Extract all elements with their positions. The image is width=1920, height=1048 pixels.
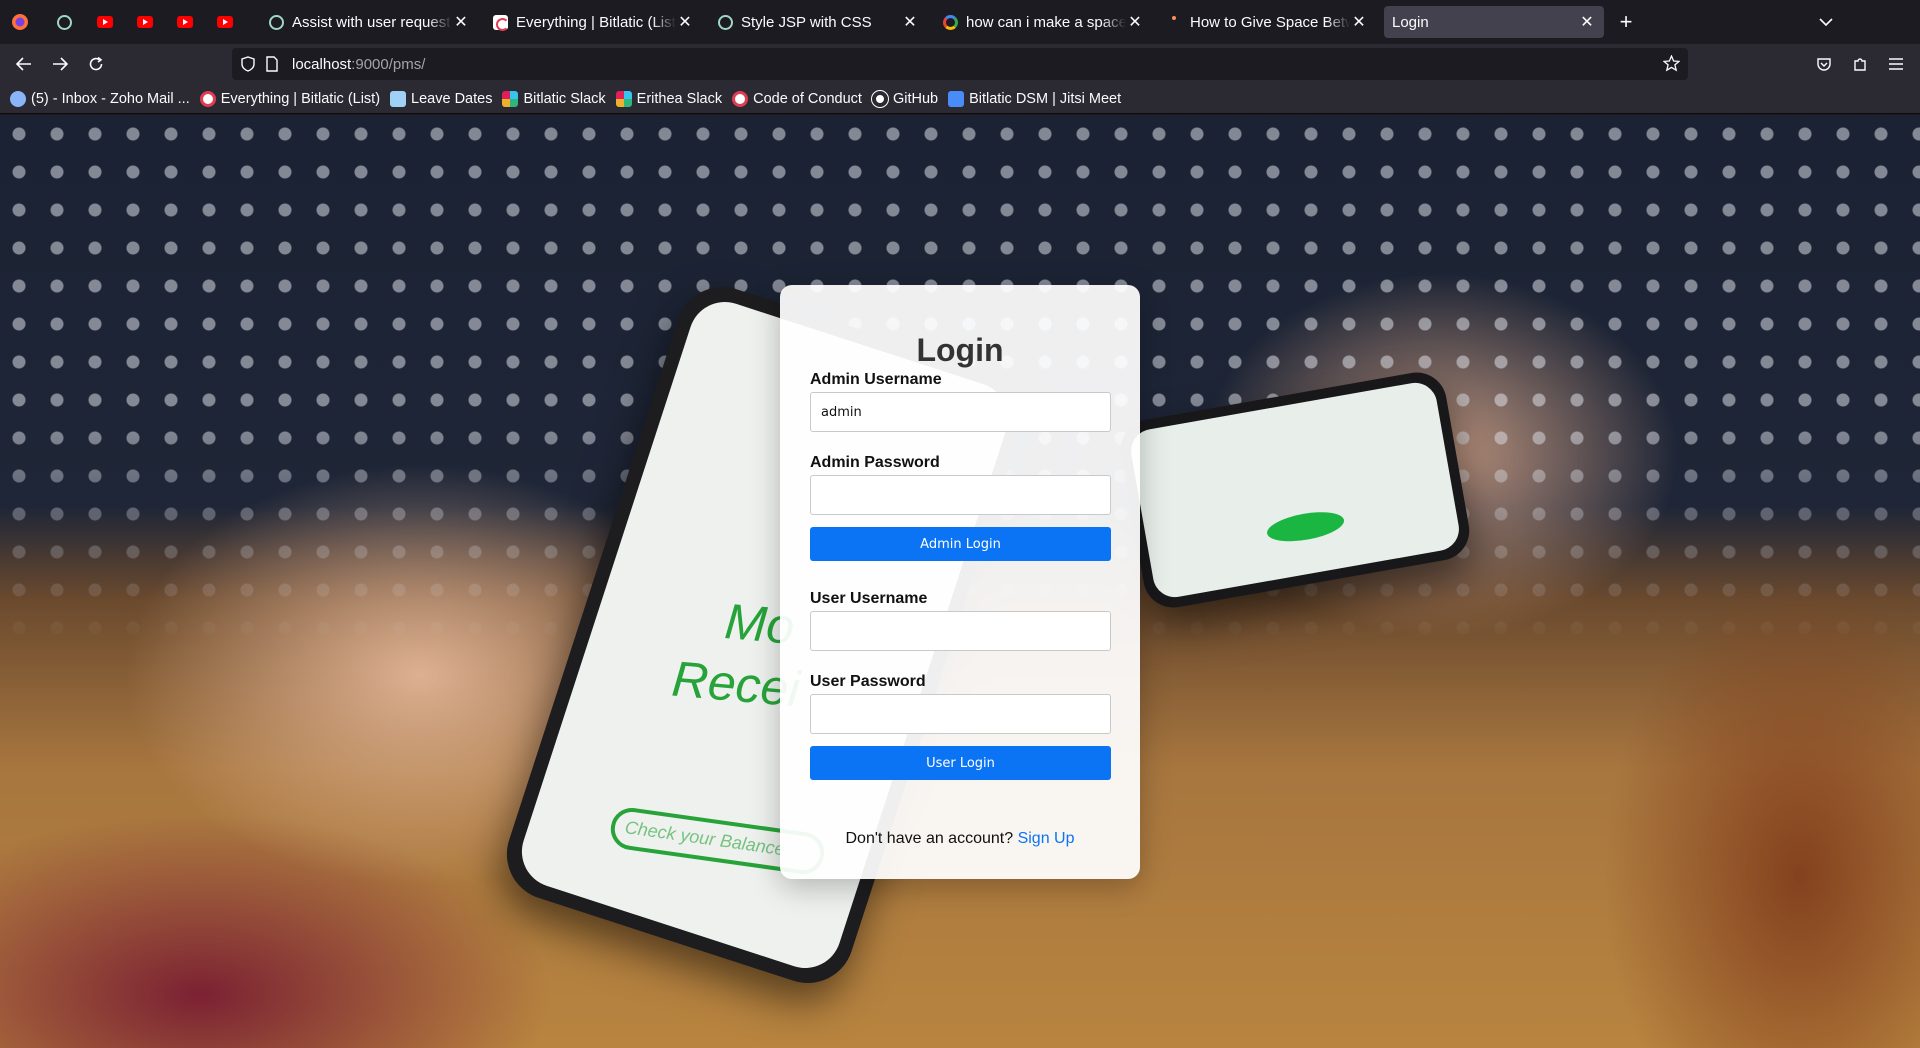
bookmark-jitsi-meet[interactable]: Bitlatic DSM | Jitsi Meet — [948, 90, 1122, 107]
tab-close-icon[interactable]: ✕ — [1578, 12, 1596, 32]
login-card: Login Admin Username Admin Password Admi… — [780, 285, 1140, 879]
tab-close-icon[interactable]: ✕ — [676, 12, 694, 32]
slack-icon — [502, 90, 519, 107]
url-text[interactable]: localhost:9000/pms/ — [292, 56, 425, 73]
hamburger-menu-icon[interactable] — [1880, 48, 1912, 80]
firefox-menu-icon[interactable] — [10, 12, 30, 32]
clickup-icon — [199, 90, 216, 107]
tab-title: Everything | Bitlatic (List) — [516, 13, 676, 31]
tab-title: Assist with user request — [292, 13, 451, 31]
jitsi-icon — [948, 90, 965, 107]
reload-icon[interactable] — [80, 48, 112, 80]
bookmark-github[interactable]: GitHub — [870, 89, 939, 108]
slack-icon — [615, 90, 632, 107]
bookmark-zoho-inbox[interactable]: (5) - Inbox - Zoho Mail ... — [10, 90, 190, 107]
bookmark-star-icon[interactable] — [1662, 54, 1681, 77]
tab-style-jsp-with-css[interactable]: Style JSP with CSS ✕ — [709, 6, 927, 38]
admin-username-label: Admin Username — [810, 371, 942, 388]
user-password-label: User Password — [810, 673, 926, 690]
tab-close-icon[interactable]: ✕ — [1126, 12, 1144, 32]
pinned-tab-chatgpt[interactable] — [48, 7, 80, 37]
admin-password-label: Admin Password — [810, 454, 940, 471]
bookmark-bitlatic-slack[interactable]: Bitlatic Slack — [502, 90, 606, 107]
user-password-input[interactable] — [810, 694, 1111, 734]
chatgpt-icon — [268, 14, 284, 30]
bookmark-code-of-conduct[interactable]: Code of Conduct — [732, 90, 862, 107]
bookmark-label: GitHub — [892, 90, 939, 107]
page-background: Mo Recei Check your Balance Login Admin … — [0, 115, 1920, 1048]
bookmarks-toolbar: (5) - Inbox - Zoho Mail ... Everything |… — [0, 84, 1920, 114]
chatgpt-icon — [717, 14, 733, 30]
bookmark-label: Everything | Bitlatic (List) — [220, 90, 381, 107]
bookmark-label: Erithea Slack — [636, 90, 723, 107]
list-all-tabs-icon[interactable] — [1812, 10, 1840, 34]
bookmark-label: Leave Dates — [411, 90, 493, 107]
url-bar[interactable]: localhost:9000/pms/ — [232, 48, 1688, 80]
tab-close-icon[interactable]: ✕ — [901, 12, 919, 32]
youtube-icon — [97, 16, 113, 28]
bookmark-erithea-slack[interactable]: Erithea Slack — [615, 90, 723, 107]
user-login-button[interactable]: User Login — [810, 746, 1111, 780]
extensions-icon[interactable] — [1844, 48, 1876, 80]
admin-password-input[interactable] — [810, 475, 1111, 515]
tab-how-can-i-make-space[interactable]: how can i make a space between ✕ — [934, 6, 1152, 38]
forward-icon[interactable] — [44, 48, 76, 80]
bookmark-everything-bitlatic[interactable]: Everything | Bitlatic (List) — [199, 90, 381, 107]
signup-row: Don't have an account? Sign Up — [780, 830, 1140, 848]
sheet-icon — [390, 90, 407, 107]
user-username-label: User Username — [810, 590, 928, 607]
new-tab-icon[interactable]: + — [1612, 9, 1640, 34]
admin-username-input[interactable] — [810, 392, 1111, 432]
url-path: :9000/pms/ — [351, 56, 426, 73]
clickup-icon — [492, 14, 509, 31]
user-username-input[interactable] — [810, 611, 1111, 651]
tab-title: How to Give Space Between — [1190, 13, 1350, 31]
shield-icon[interactable] — [241, 56, 255, 77]
pinned-tab-youtube[interactable] — [209, 7, 241, 37]
tab-title: Login — [1392, 13, 1429, 31]
tab-title: how can i make a space between — [966, 13, 1126, 31]
clickup-icon — [732, 90, 749, 107]
url-host: localhost — [292, 56, 352, 73]
tab-close-icon[interactable]: ✕ — [1350, 12, 1368, 32]
bookmark-label: Bitlatic DSM | Jitsi Meet — [969, 90, 1122, 107]
google-icon — [942, 14, 958, 30]
youtube-icon — [137, 16, 153, 28]
bookmark-label: Bitlatic Slack — [523, 90, 606, 107]
back-icon[interactable] — [8, 48, 40, 80]
tab-assist-with-user-request[interactable]: Assist with user request ✕ — [260, 6, 478, 38]
tab-close-icon[interactable]: ✕ — [452, 12, 470, 32]
tab-how-to-give-space[interactable]: How to Give Space Between ✕ — [1158, 6, 1376, 38]
bookmark-label: (5) - Inbox - Zoho Mail ... — [31, 90, 190, 107]
youtube-icon — [177, 16, 193, 28]
pinned-tab-youtube[interactable] — [89, 7, 121, 37]
tab-title: Style JSP with CSS — [741, 13, 872, 31]
signup-link[interactable]: Sign Up — [1018, 830, 1075, 847]
navigation-bar: localhost:9000/pms/ — [0, 44, 1920, 84]
chatgpt-icon — [56, 14, 72, 30]
bookmark-label: Code of Conduct — [753, 90, 862, 107]
bookmark-leave-dates[interactable]: Leave Dates — [390, 90, 493, 107]
loading-dot-icon — [1172, 16, 1176, 20]
tab-login[interactable]: Login ✕ — [1384, 6, 1604, 38]
pinned-tab-youtube[interactable] — [169, 7, 201, 37]
signup-prompt: Don't have an account? — [845, 830, 1014, 847]
zoho-icon — [10, 90, 26, 107]
tab-strip: Assist with user request ✕ Everything | … — [0, 0, 1920, 44]
admin-login-button[interactable]: Admin Login — [810, 527, 1111, 561]
pocket-icon[interactable] — [1808, 48, 1840, 80]
page-icon[interactable] — [266, 56, 278, 77]
pinned-tab-youtube[interactable] — [129, 7, 161, 37]
login-title: Login — [916, 332, 1004, 368]
tab-everything-bitlatic[interactable]: Everything | Bitlatic (List) ✕ — [484, 6, 702, 38]
github-icon — [870, 89, 889, 108]
youtube-icon — [217, 16, 233, 28]
